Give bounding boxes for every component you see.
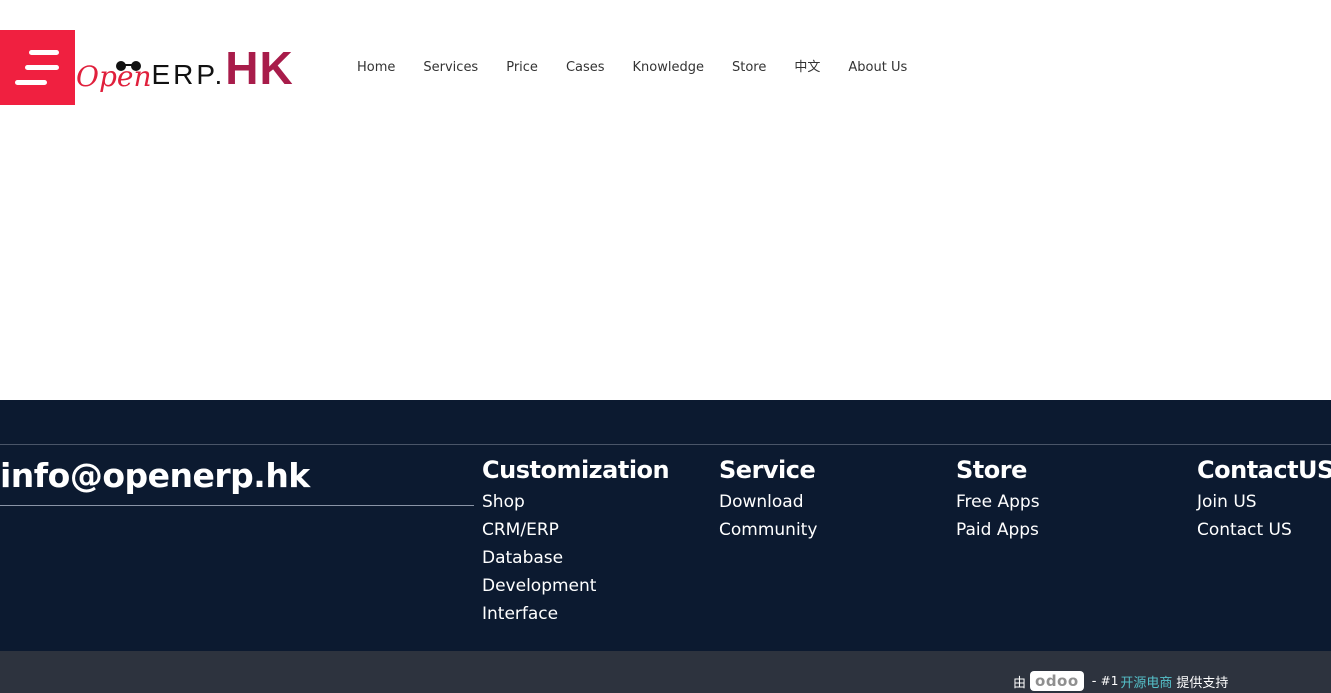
email-underline <box>0 505 474 506</box>
footer-link-join-us[interactable]: Join US <box>1197 488 1331 516</box>
glasses-icon <box>116 61 141 71</box>
hamburger-menu-icon[interactable] <box>0 30 75 105</box>
main-nav: Home Services Price Cases Knowledge Stor… <box>343 58 921 78</box>
logo-hk-text: HK <box>225 42 294 94</box>
nav-store[interactable]: Store <box>718 58 780 78</box>
nav-knowledge[interactable]: Knowledge <box>619 58 718 78</box>
powered-prefix: 由 <box>1013 675 1027 691</box>
powered-by-text: 由 odoo - #1 开源电商 提供支持 <box>1013 671 1228 691</box>
footer-col-customization: Customization Shop CRM/ERP Database Deve… <box>482 454 670 628</box>
footer-link-download[interactable]: Download <box>719 488 817 516</box>
menu-bar <box>29 50 59 55</box>
footer-col-contactus: ContactUS Join US Contact US <box>1197 454 1331 544</box>
footer-col-service: Service Download Community <box>719 454 817 544</box>
footer-link-interface[interactable]: Interface <box>482 600 669 628</box>
footer-col-store: Store Free Apps Paid Apps <box>956 454 1040 544</box>
footer-link-contact-us[interactable]: Contact US <box>1197 516 1331 544</box>
odoo-logo[interactable]: odoo <box>1030 671 1084 691</box>
nav-services[interactable]: Services <box>409 58 492 78</box>
site-header: Open ERP. HK Home Services Price Cases K… <box>0 0 1331 400</box>
menu-bar <box>25 65 59 70</box>
footer-link-shop[interactable]: Shop <box>482 488 669 516</box>
powered-rank: #1 <box>1100 674 1119 688</box>
powered-suffix: 提供支持 <box>1176 675 1229 691</box>
footer-link-community[interactable]: Community <box>719 516 817 544</box>
footer-link-development[interactable]: Development <box>482 572 669 600</box>
footer-col-title: Customization <box>482 456 670 484</box>
site-logo[interactable]: Open ERP. HK <box>76 40 294 95</box>
powered-dash: - <box>1087 673 1101 689</box>
footer-link-paid-apps[interactable]: Paid Apps <box>956 516 1040 544</box>
nav-cases[interactable]: Cases <box>552 58 619 78</box>
footer-col-title: Store <box>956 456 1027 484</box>
nav-chinese[interactable]: 中文 <box>780 58 834 78</box>
footer-link-crm-erp[interactable]: CRM/ERP <box>482 516 669 544</box>
site-footer: info@openerp.hk Customization Shop CRM/E… <box>0 400 1331 651</box>
nav-price[interactable]: Price <box>492 58 552 78</box>
footer-col-title: ContactUS <box>1197 456 1331 484</box>
logo-erp-text: ERP. <box>151 59 226 90</box>
powered-highlight-link[interactable]: 开源电商 <box>1120 672 1172 691</box>
nav-about-us[interactable]: About Us <box>834 58 921 78</box>
footer-divider <box>0 444 1331 445</box>
powered-by-bar: 由 odoo - #1 开源电商 提供支持 <box>0 651 1331 693</box>
menu-bar <box>15 80 47 85</box>
footer-link-free-apps[interactable]: Free Apps <box>956 488 1040 516</box>
footer-link-database[interactable]: Database <box>482 544 669 572</box>
footer-col-title: Service <box>719 456 816 484</box>
nav-home[interactable]: Home <box>343 58 409 78</box>
footer-email[interactable]: info@openerp.hk <box>0 456 310 495</box>
